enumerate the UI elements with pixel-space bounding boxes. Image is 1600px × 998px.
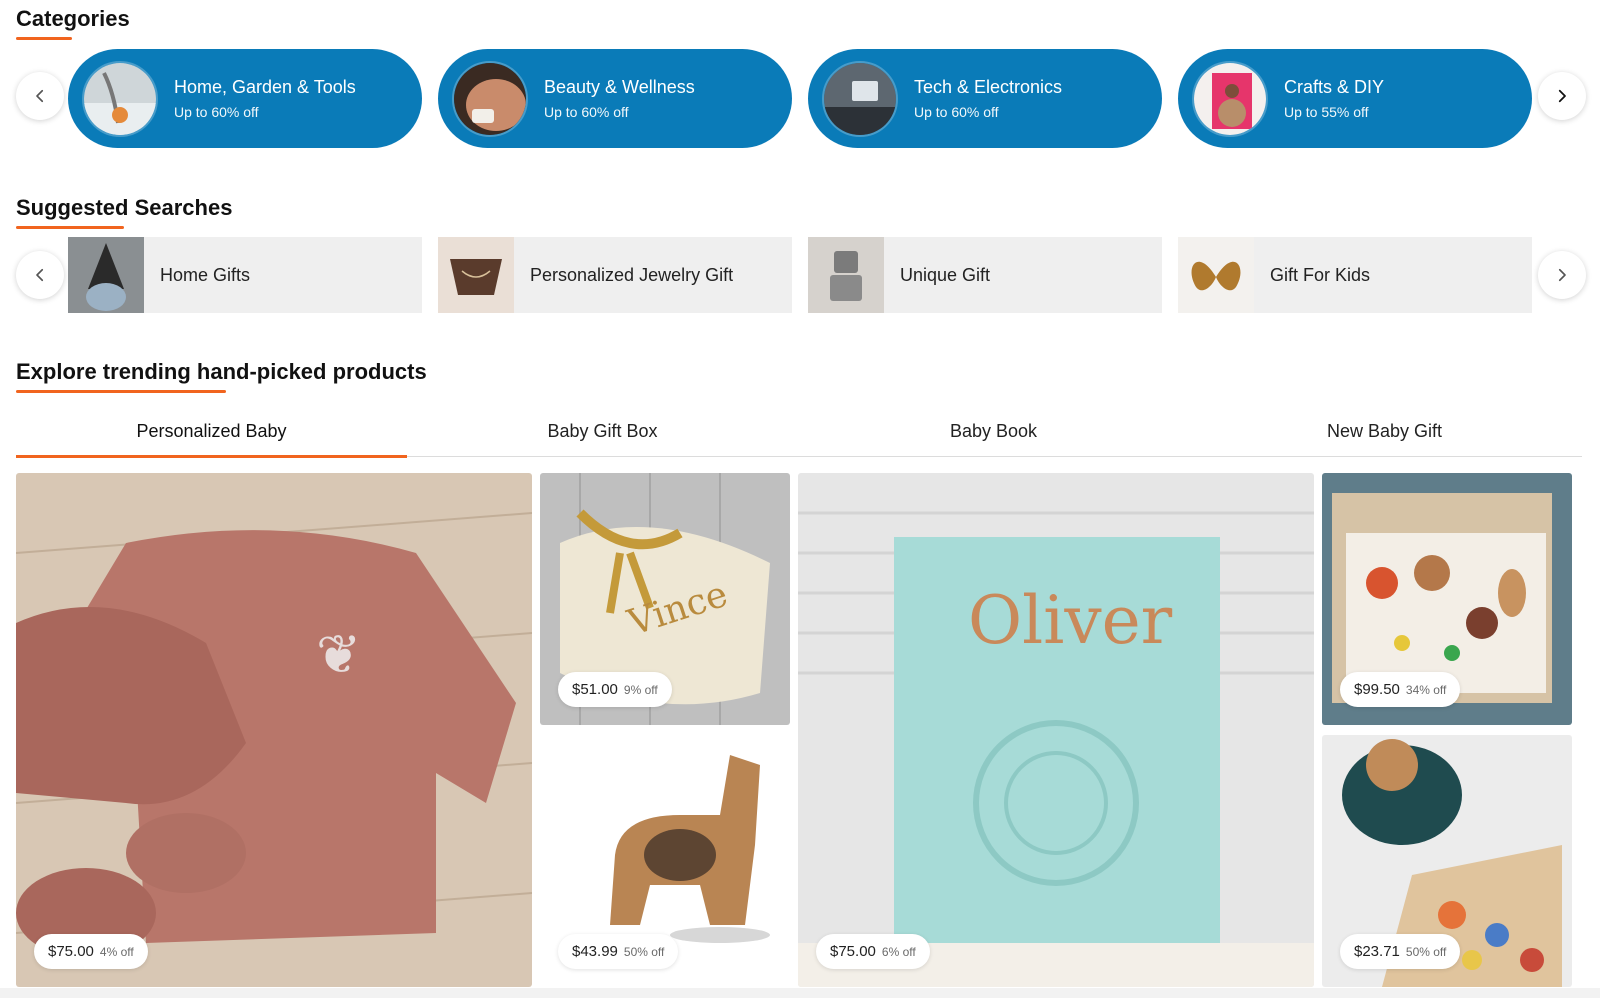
- category-deal: Up to 60% off: [174, 104, 259, 120]
- price-discount: 4% off: [99, 945, 134, 959]
- price-discount: 34% off: [1405, 683, 1447, 697]
- svg-text:❦: ❦: [316, 623, 361, 686]
- price-current: $23.71: [1354, 943, 1400, 960]
- tab-personalized-baby[interactable]: Personalized Baby: [16, 405, 407, 457]
- categories-prev-button[interactable]: [16, 72, 64, 120]
- suggestion-thumbnail: [438, 237, 514, 313]
- suggestion-thumbnail: [68, 237, 144, 313]
- category-beauty-wellness[interactable]: Beauty & Wellness Up to 60% off: [438, 49, 792, 148]
- product-card[interactable]: $99.50 34% off: [1322, 473, 1572, 725]
- tab-label: Baby Book: [949, 420, 1038, 441]
- tab-label: Personalized Baby: [136, 420, 287, 441]
- heading-underline: [16, 37, 72, 40]
- category-name: Home, Garden & Tools: [174, 77, 356, 97]
- category-thumbnail: [82, 60, 158, 137]
- suggestion-personalized-jewelry-gift[interactable]: Personalized Jewelry Gift: [438, 237, 792, 313]
- chevron-right-icon: [1558, 89, 1566, 103]
- footer-divider: [0, 988, 1600, 998]
- product-card[interactable]: $23.71 50% off: [1322, 735, 1572, 987]
- suggestion-home-gifts[interactable]: Home Gifts: [68, 237, 422, 313]
- category-tech-electronics[interactable]: Tech & Electronics Up to 60% off: [808, 49, 1162, 148]
- chevron-left-icon: [36, 268, 44, 282]
- price-discount: 50% off: [1405, 945, 1447, 959]
- category-thumbnail: [822, 60, 898, 137]
- suggested-prev-button[interactable]: [16, 251, 64, 299]
- price-current: $43.99: [572, 943, 618, 960]
- suggested-heading: Suggested Searches: [16, 195, 233, 229]
- tab-new-baby-gift[interactable]: New Baby Gift: [1189, 405, 1580, 457]
- price-discount: 9% off: [623, 683, 658, 697]
- category-thumbnail: [1192, 60, 1268, 137]
- suggestion-thumbnail: [808, 237, 884, 313]
- suggestion-thumbnail: [1178, 237, 1254, 313]
- suggested-next-button[interactable]: [1538, 251, 1586, 299]
- tab-label: New Baby Gift: [1326, 420, 1443, 441]
- price-badge: $75.00 6% off: [816, 934, 930, 969]
- tab-label: Baby Gift Box: [547, 420, 658, 441]
- suggested-title: Suggested Searches: [16, 195, 233, 220]
- price-badge: $75.00 4% off: [34, 934, 148, 969]
- chevron-right-icon: [1558, 268, 1566, 282]
- category-name: Tech & Electronics: [914, 77, 1063, 97]
- price-discount: 50% off: [623, 945, 665, 959]
- suggestion-label: Personalized Jewelry Gift: [530, 264, 734, 285]
- category-crafts-diy[interactable]: Crafts & DIY Up to 55% off: [1178, 49, 1532, 148]
- product-image: ❦: [16, 473, 532, 987]
- suggestion-unique-gift[interactable]: Unique Gift: [808, 237, 1162, 313]
- suggestion-label: Home Gifts: [160, 264, 251, 285]
- active-tab-indicator: [16, 455, 407, 458]
- product-card[interactable]: Vince $51.00 9% off: [540, 473, 790, 725]
- price-current: $51.00: [572, 681, 618, 698]
- price-badge: $43.99 50% off: [558, 934, 679, 969]
- price-discount: 6% off: [881, 945, 916, 959]
- price-badge: $51.00 9% off: [558, 672, 672, 707]
- category-name: Crafts & DIY: [1284, 77, 1385, 97]
- category-deal: Up to 60% off: [544, 104, 629, 120]
- price-current: $75.00: [830, 943, 876, 960]
- suggestion-label: Unique Gift: [900, 264, 991, 285]
- trending-tabs: Personalized Baby Baby Gift Box Baby Boo…: [16, 405, 1582, 458]
- category-deal: Up to 55% off: [1284, 104, 1369, 120]
- price-current: $99.50: [1354, 681, 1400, 698]
- category-name: Beauty & Wellness: [544, 77, 695, 97]
- categories-title: Categories: [16, 6, 130, 31]
- tab-baby-book[interactable]: Baby Book: [798, 405, 1189, 457]
- category-home-garden-tools[interactable]: Home, Garden & Tools Up to 60% off: [68, 49, 422, 148]
- trending-heading: Explore trending hand-picked products: [16, 359, 427, 393]
- category-thumbnail: [452, 60, 528, 137]
- heading-underline: [16, 226, 124, 229]
- price-badge: $99.50 34% off: [1340, 672, 1461, 707]
- tab-baby-gift-box[interactable]: Baby Gift Box: [407, 405, 798, 457]
- trending-title: Explore trending hand-picked products: [16, 359, 427, 384]
- categories-heading: Categories: [16, 6, 130, 40]
- price-current: $75.00: [48, 943, 94, 960]
- product-card[interactable]: Oliver $75.00 6% off: [798, 473, 1314, 987]
- chevron-left-icon: [36, 89, 44, 103]
- category-deal: Up to 60% off: [914, 104, 999, 120]
- categories-next-button[interactable]: [1538, 72, 1586, 120]
- suggestion-gift-for-kids[interactable]: Gift For Kids: [1178, 237, 1532, 313]
- svg-text:Oliver: Oliver: [968, 582, 1173, 659]
- product-card[interactable]: ❦ $75.00 4% off: [16, 473, 532, 987]
- price-badge: $23.71 50% off: [1340, 934, 1461, 969]
- heading-underline: [16, 390, 226, 393]
- suggestion-label: Gift For Kids: [1270, 264, 1371, 285]
- product-card[interactable]: $43.99 50% off: [540, 735, 790, 987]
- product-image: Oliver: [798, 473, 1314, 987]
